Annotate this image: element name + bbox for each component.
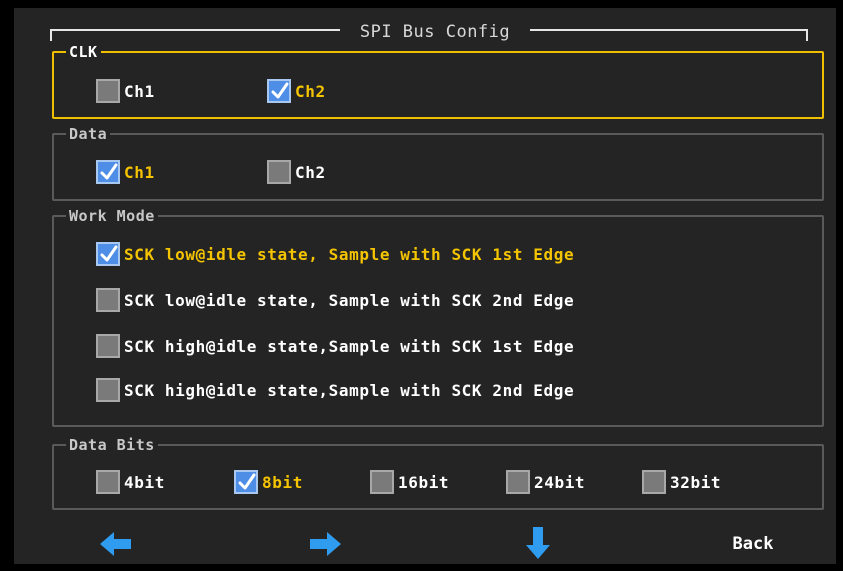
work-mode-4-label: SCK high@idle state,Sample with SCK 2nd …: [124, 380, 575, 400]
checkmark-icon: [100, 245, 118, 262]
back-button-label: Back: [732, 534, 774, 554]
work-mode-option-4[interactable]: SCK high@idle state,Sample with SCK 2nd …: [96, 377, 574, 403]
clk-ch2-option[interactable]: Ch2: [267, 78, 326, 104]
arrow-down-icon: [526, 527, 550, 559]
data-bits-group-label: Data Bits: [66, 435, 158, 455]
clk-ch1-option[interactable]: Ch1: [96, 78, 155, 104]
clk-ch1-label: Ch1: [124, 81, 155, 101]
data-ch1-option[interactable]: Ch1: [96, 159, 155, 185]
data-bits-32bit-option[interactable]: 32bit: [642, 469, 721, 495]
page-title: SPI Bus Config: [340, 20, 530, 44]
data-bits-16bit-checkbox[interactable]: [370, 470, 394, 494]
work-mode-2-checkbox[interactable]: [96, 288, 120, 312]
data-bits-16bit-option[interactable]: 16bit: [370, 469, 449, 495]
data-bits-4bit-label: 4bit: [124, 472, 165, 492]
data-ch2-option[interactable]: Ch2: [267, 159, 326, 185]
work-mode-1-label: SCK low@idle state, Sample with SCK 1st …: [124, 244, 575, 264]
work-mode-group-label: Work Mode: [66, 206, 158, 226]
data-bits-4bit-checkbox[interactable]: [96, 470, 120, 494]
data-ch2-checkbox[interactable]: [267, 160, 291, 184]
data-bits-32bit-label: 32bit: [670, 472, 722, 492]
work-mode-option-1[interactable]: SCK low@idle state, Sample with SCK 1st …: [96, 241, 574, 267]
data-bits-24bit-checkbox[interactable]: [506, 470, 530, 494]
data-bits-8bit-checkbox[interactable]: [234, 470, 258, 494]
back-button[interactable]: Back: [718, 530, 788, 558]
nav-down-button[interactable]: [524, 525, 552, 561]
checkmark-icon: [100, 163, 118, 180]
nav-right-button[interactable]: [307, 530, 343, 558]
clk-ch2-label: Ch2: [295, 81, 326, 101]
work-mode-1-checkbox[interactable]: [96, 242, 120, 266]
data-ch1-label: Ch1: [124, 162, 155, 182]
data-bits-8bit-option[interactable]: 8bit: [234, 469, 303, 495]
work-mode-option-2[interactable]: SCK low@idle state, Sample with SCK 2nd …: [96, 287, 574, 313]
clk-group: CLK: [52, 42, 824, 119]
clk-group-label: CLK: [66, 42, 101, 62]
checkmark-icon: [238, 473, 256, 490]
data-group: Data: [52, 124, 824, 201]
clk-ch2-checkbox[interactable]: [267, 79, 291, 103]
clk-ch1-checkbox[interactable]: [96, 79, 120, 103]
checkmark-icon: [271, 82, 289, 99]
data-bits-8bit-label: 8bit: [262, 472, 303, 492]
data-bits-4bit-option[interactable]: 4bit: [96, 469, 165, 495]
data-bits-24bit-option[interactable]: 24bit: [506, 469, 585, 495]
data-group-label: Data: [66, 124, 111, 144]
arrow-left-icon: [100, 532, 131, 556]
data-ch1-checkbox[interactable]: [96, 160, 120, 184]
work-mode-3-checkbox[interactable]: [96, 334, 120, 358]
data-ch2-label: Ch2: [295, 162, 326, 182]
nav-left-button[interactable]: [98, 530, 134, 558]
work-mode-3-label: SCK high@idle state,Sample with SCK 1st …: [124, 336, 575, 356]
work-mode-4-checkbox[interactable]: [96, 378, 120, 402]
work-mode-option-3[interactable]: SCK high@idle state,Sample with SCK 1st …: [96, 333, 574, 359]
data-bits-16bit-label: 16bit: [398, 472, 450, 492]
arrow-right-icon: [310, 532, 341, 556]
data-bits-24bit-label: 24bit: [534, 472, 586, 492]
work-mode-2-label: SCK low@idle state, Sample with SCK 2nd …: [124, 290, 575, 310]
data-bits-32bit-checkbox[interactable]: [642, 470, 666, 494]
